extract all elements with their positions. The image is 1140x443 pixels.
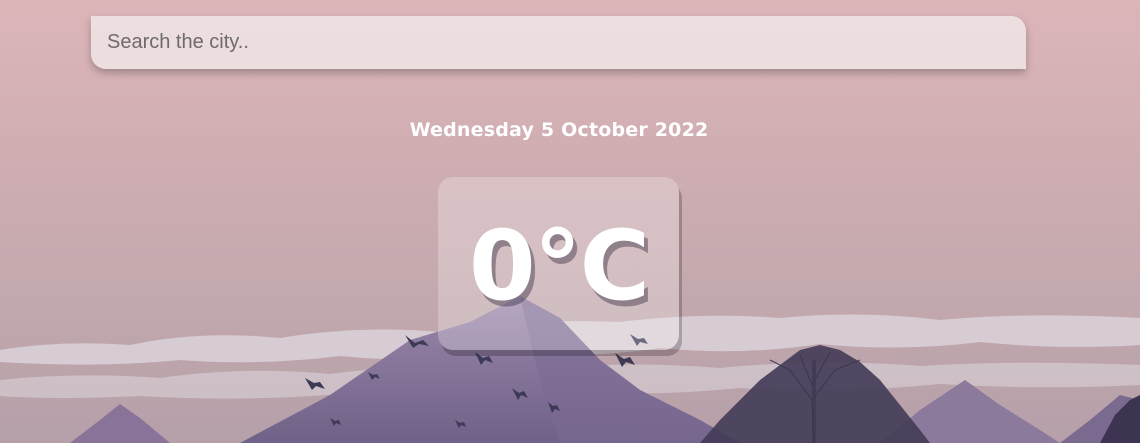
temperature-card: 0°C	[438, 177, 679, 350]
date-label: Wednesday 5 October 2022	[409, 119, 709, 141]
search-bar[interactable]	[91, 16, 1026, 69]
search-input[interactable]	[91, 16, 1026, 69]
temperature-value: 0°C	[468, 209, 650, 322]
